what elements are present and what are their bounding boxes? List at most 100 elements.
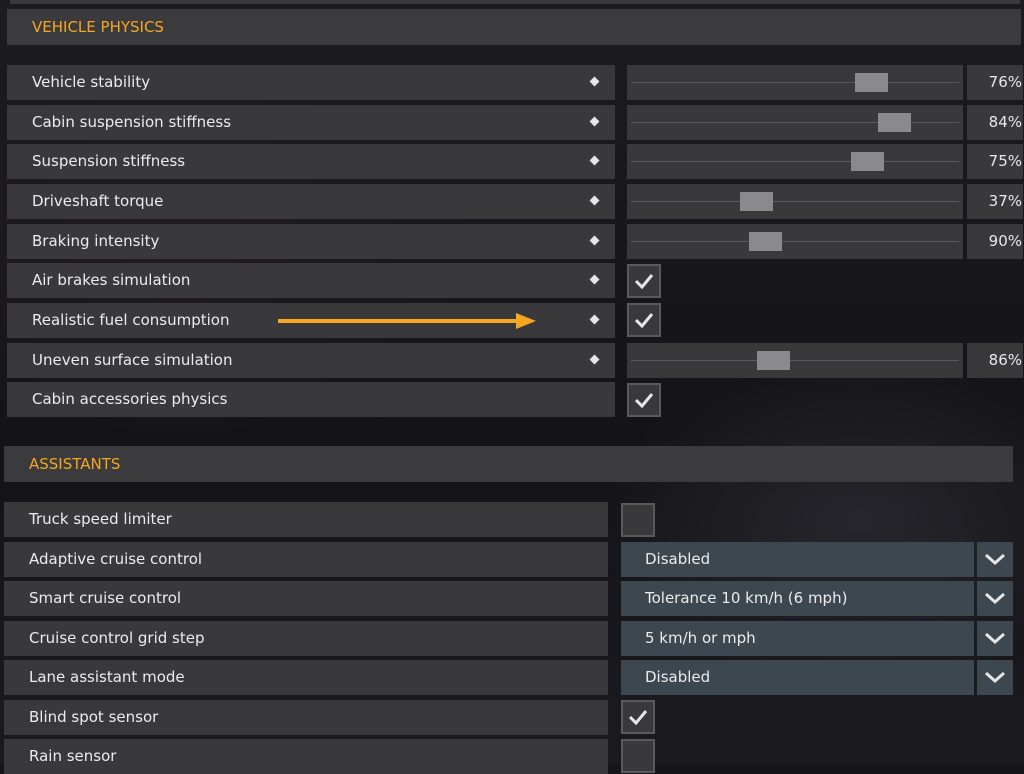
slider-value-text: 86% <box>988 351 1022 369</box>
diamond-icon <box>589 314 600 325</box>
setting-row-driveshaft-torque: Driveshaft torque <box>7 184 615 219</box>
slider-value: 75% <box>967 144 1023 179</box>
setting-label: Braking intensity <box>32 232 160 250</box>
diamond-icon <box>589 116 600 127</box>
dropdown-value: Disabled <box>645 668 711 686</box>
slider-track <box>631 241 959 242</box>
rain-sensor-checkbox[interactable] <box>621 739 655 773</box>
setting-label: Vehicle stability <box>32 73 151 91</box>
cruise-control-grid-step-dropdown[interactable]: 5 km/h or mph <box>621 621 974 656</box>
slider-thumb[interactable] <box>878 113 911 132</box>
slider-value-text: 76% <box>988 73 1022 91</box>
setting-row-smart-cruise-control: Smart cruise control <box>4 581 608 616</box>
dropdown-value: 5 km/h or mph <box>645 629 756 647</box>
slider-track <box>631 82 959 83</box>
setting-row-uneven-surface-simulation: Uneven surface simulation <box>7 343 615 378</box>
setting-label: Driveshaft torque <box>32 192 164 210</box>
adaptive-cruise-control-dropdown-button[interactable] <box>977 542 1013 577</box>
chevron-down-icon <box>985 592 1005 605</box>
slider-value: 86% <box>967 343 1023 378</box>
slider-value-text: 37% <box>988 192 1022 210</box>
smart-cruise-control-dropdown[interactable]: Tolerance 10 km/h (6 mph) <box>621 581 974 616</box>
setting-label: Adaptive cruise control <box>29 550 203 568</box>
lane-assistant-mode-dropdown[interactable]: Disabled <box>621 660 974 695</box>
slider-track <box>631 201 959 202</box>
slider-track <box>631 161 959 162</box>
setting-label: Blind spot sensor <box>29 708 159 726</box>
setting-label: Cabin suspension stiffness <box>32 113 232 131</box>
slider-value-text: 84% <box>988 113 1022 131</box>
setting-row-adaptive-cruise-control: Adaptive cruise control <box>4 542 608 577</box>
slider-value: 90% <box>967 224 1023 259</box>
lane-assistant-mode-dropdown-button[interactable] <box>977 660 1013 695</box>
setting-row-cruise-control-grid-step: Cruise control grid step <box>4 621 608 656</box>
setting-label: Truck speed limiter <box>29 510 172 528</box>
setting-row-cabin-suspension-stiffness: Cabin suspension stiffness <box>7 105 615 140</box>
adaptive-cruise-control-dropdown[interactable]: Disabled <box>621 542 974 577</box>
realistic-fuel-consumption-checkbox[interactable] <box>627 303 661 337</box>
air-brakes-simulation-checkbox[interactable] <box>627 264 661 298</box>
setting-label: Realistic fuel consumption <box>32 311 230 329</box>
setting-row-air-brakes-simulation: Air brakes simulation <box>7 263 615 298</box>
slider-thumb[interactable] <box>851 152 884 171</box>
section-title: VEHICLE PHYSICS <box>32 18 164 36</box>
setting-row-rain-sensor: Rain sensor <box>4 739 608 774</box>
setting-label: Uneven surface simulation <box>32 351 233 369</box>
chevron-down-icon <box>985 632 1005 645</box>
smart-cruise-control-dropdown-button[interactable] <box>977 581 1013 616</box>
section-header-assistants: ASSISTANTS <box>4 446 1013 482</box>
diamond-icon <box>589 155 600 166</box>
checkmark-icon <box>634 393 654 409</box>
uneven-surface-simulation-slider[interactable] <box>627 343 963 378</box>
vehicle-stability-slider[interactable] <box>627 65 963 100</box>
setting-row-truck-speed-limiter: Truck speed limiter <box>4 502 608 537</box>
driveshaft-torque-slider[interactable] <box>627 184 963 219</box>
setting-row-lane-assistant-mode: Lane assistant mode <box>4 660 608 695</box>
diamond-icon <box>589 76 600 87</box>
checkmark-icon <box>628 710 648 726</box>
checkmark-icon <box>634 274 654 290</box>
section-header-vehicle-physics: VEHICLE PHYSICS <box>7 9 1021 45</box>
setting-label: Rain sensor <box>29 747 117 765</box>
slider-value-text: 90% <box>988 232 1022 250</box>
diamond-icon <box>589 354 600 365</box>
diamond-icon <box>589 235 600 246</box>
dropdown-value: Disabled <box>645 550 711 568</box>
setting-row-braking-intensity: Braking intensity <box>7 224 615 259</box>
setting-label: Cabin accessories physics <box>32 390 228 408</box>
chevron-down-icon <box>985 553 1005 566</box>
chevron-down-icon <box>985 671 1005 684</box>
setting-row-vehicle-stability: Vehicle stability <box>7 65 615 100</box>
slider-value: 37% <box>967 184 1023 219</box>
arrow-right-icon <box>278 313 536 329</box>
setting-row-blind-spot-sensor: Blind spot sensor <box>4 700 608 735</box>
diamond-icon <box>589 195 600 206</box>
setting-label: Air brakes simulation <box>32 271 191 289</box>
slider-value: 76% <box>967 65 1023 100</box>
suspension-stiffness-slider[interactable] <box>627 144 963 179</box>
cabin-suspension-stiffness-slider[interactable] <box>627 105 963 140</box>
cruise-control-grid-step-dropdown-button[interactable] <box>977 621 1013 656</box>
top-divider <box>10 0 1020 4</box>
blind-spot-sensor-checkbox[interactable] <box>621 700 655 734</box>
slider-value: 84% <box>967 105 1023 140</box>
slider-value-text: 75% <box>988 152 1022 170</box>
truck-speed-limiter-checkbox[interactable] <box>621 503 655 537</box>
diamond-icon <box>589 274 600 285</box>
setting-label: Lane assistant mode <box>29 668 185 686</box>
slider-thumb[interactable] <box>749 232 782 251</box>
slider-thumb[interactable] <box>855 73 888 92</box>
section-title: ASSISTANTS <box>29 455 121 473</box>
setting-row-cabin-accessories-physics: Cabin accessories physics <box>7 382 615 417</box>
checkmark-icon <box>634 313 654 329</box>
cabin-accessories-physics-checkbox[interactable] <box>627 383 661 417</box>
braking-intensity-slider[interactable] <box>627 224 963 259</box>
slider-thumb[interactable] <box>757 351 790 370</box>
setting-row-suspension-stiffness: Suspension stiffness <box>7 144 615 179</box>
dropdown-value: Tolerance 10 km/h (6 mph) <box>645 589 848 607</box>
slider-thumb[interactable] <box>740 192 773 211</box>
setting-label: Suspension stiffness <box>32 152 186 170</box>
setting-label: Smart cruise control <box>29 589 182 607</box>
setting-label: Cruise control grid step <box>29 629 205 647</box>
slider-track <box>631 360 959 361</box>
